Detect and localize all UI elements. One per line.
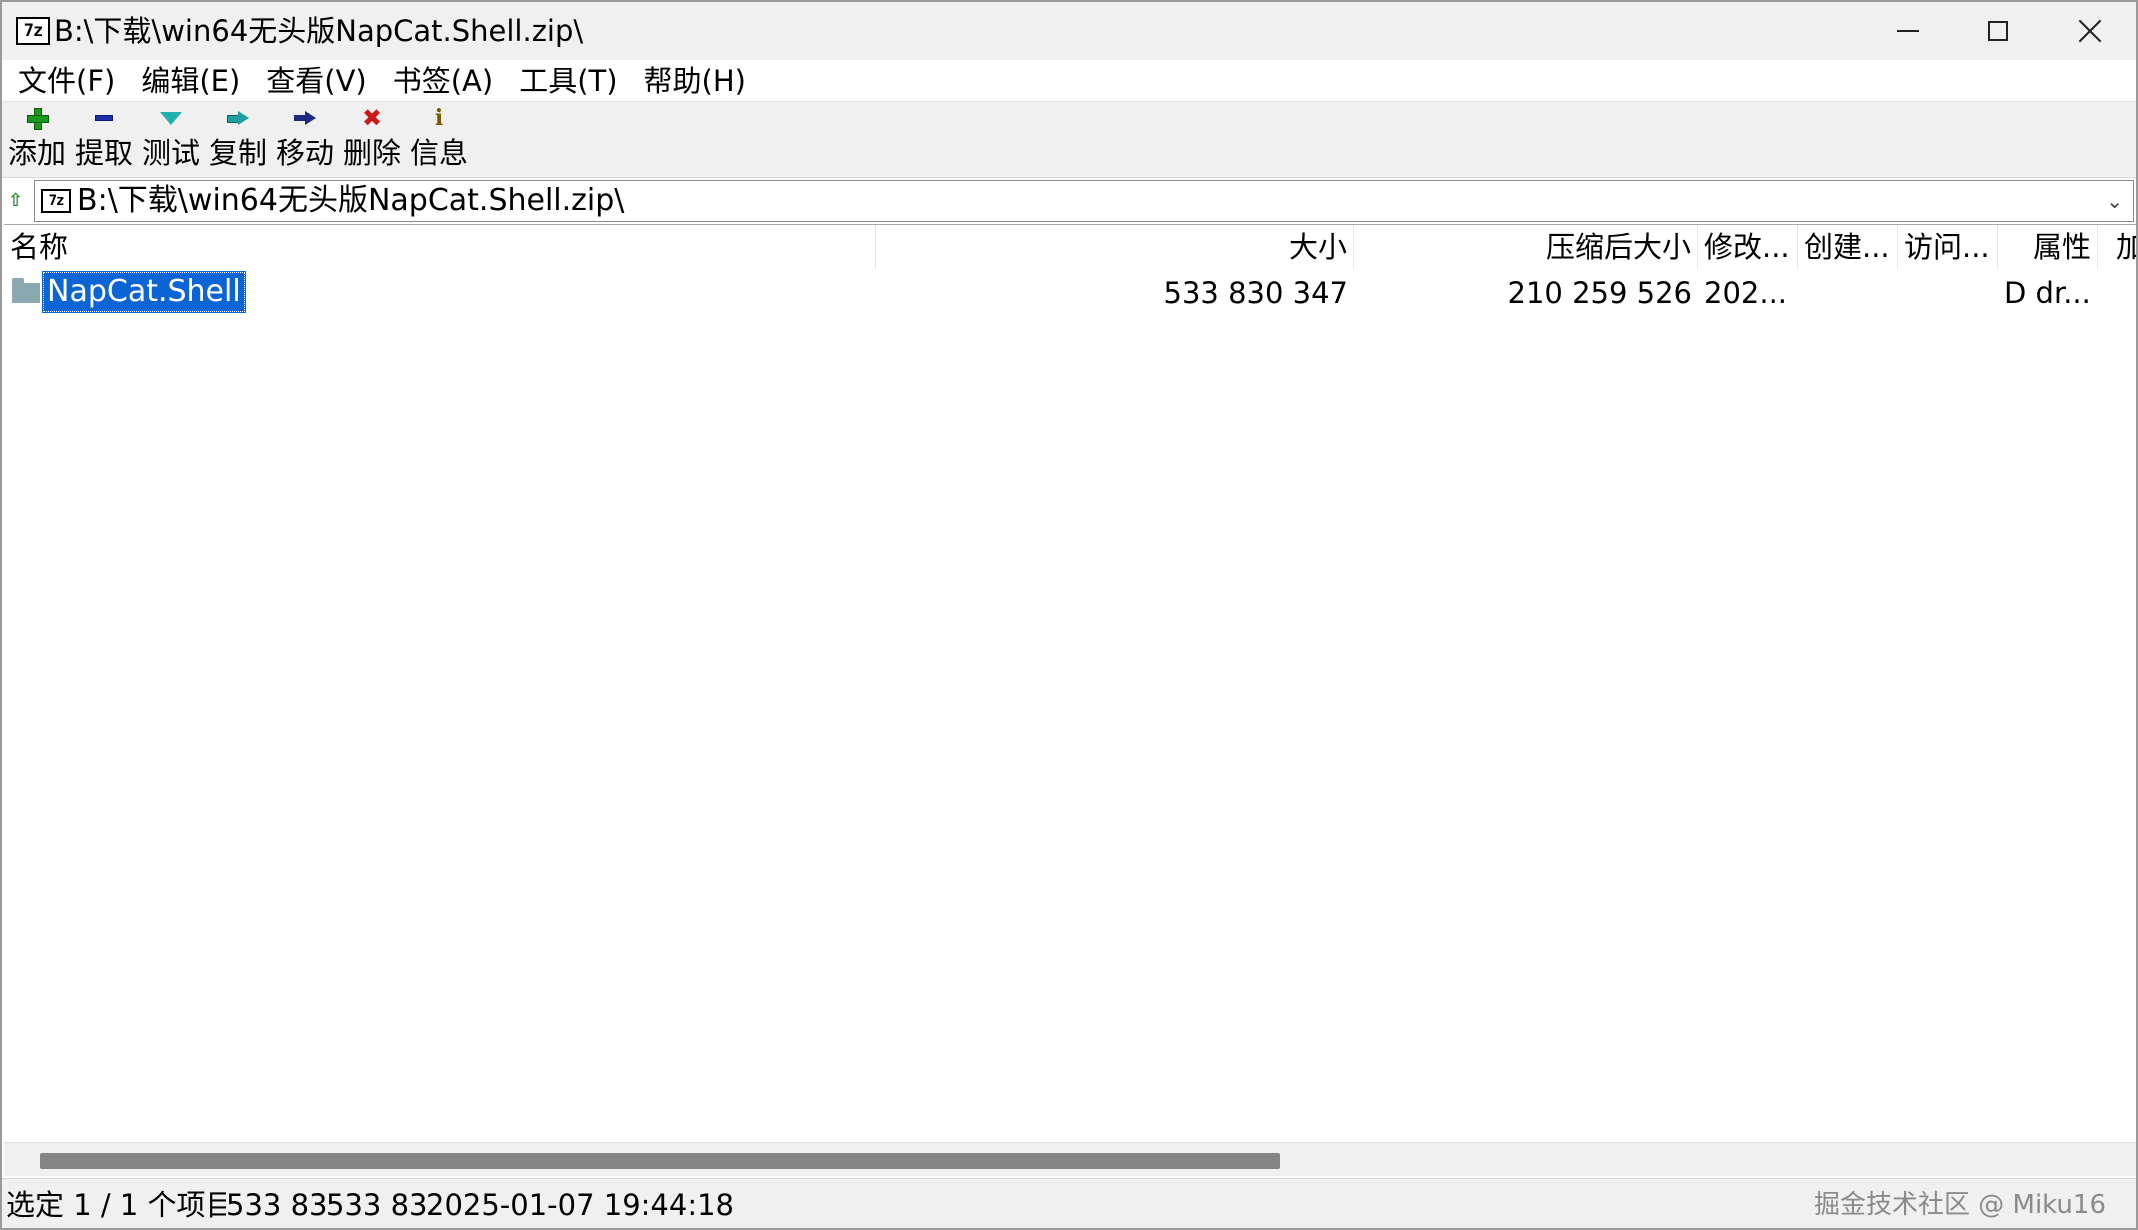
7zip-window: 7z B:\下载\win64无头版NapCat.Shell.zip\ 文件(F)… [0,0,2138,1230]
maximize-icon [1988,21,2008,41]
cell-attributes: D dr... [2004,276,2091,310]
plus-icon [27,108,49,130]
path-text[interactable]: B:\下载\win64无头版NapCat.Shell.zip\ [77,182,624,220]
menu-bookmarks[interactable]: 书签(A) [381,61,507,101]
close-button[interactable] [2044,2,2136,60]
up-folder-icon[interactable]: ⇧ [8,190,28,212]
extract-label: 提取 [74,136,133,170]
test-label: 测试 [141,136,200,170]
menu-file[interactable]: 文件(F) [6,61,129,101]
chevron-down-icon[interactable]: ⌄ [2106,187,2123,215]
menu-bar: 文件(F) 编辑(E) 查看(V) 书签(A) 工具(T) 帮助(H) [2,60,2136,102]
column-name[interactable]: 名称 [4,225,876,269]
copy-arrow-icon [227,111,249,125]
close-icon [2077,18,2103,44]
scrollbar-thumb[interactable] [40,1153,1280,1169]
cell-accessed [1898,271,1998,315]
address-bar: ⇧ 7z B:\下载\win64无头版NapCat.Shell.zip\ ⌄ [2,178,2136,224]
minus-icon [95,115,113,121]
column-more[interactable]: 加 [2116,225,2136,269]
delete-label: 删除 [342,136,401,170]
menu-edit[interactable]: 编辑(E) [129,61,254,101]
delete-button[interactable]: ✖ 删除 [339,102,405,178]
table-row[interactable]: NapCat.Shell 533 830 347 210 259 526 202… [4,271,2136,315]
move-label: 移动 [275,136,334,170]
add-label: 添加 [7,136,66,170]
extract-button[interactable]: 提取 [71,102,137,178]
minimize-button[interactable] [1862,2,1954,60]
menu-view[interactable]: 查看(V) [254,61,380,101]
status-size: 533 830 347 [226,1188,326,1222]
column-size[interactable]: 大小 [876,225,1354,269]
delete-x-icon: ✖ [361,104,383,132]
add-button[interactable]: 添加 [4,102,70,178]
title-bar[interactable]: 7z B:\下载\win64无头版NapCat.Shell.zip\ [2,2,2136,60]
status-bar: 选定 1 / 1 个项目 533 830 347 533 830 347 202… [2,1178,2136,1228]
column-packed-size[interactable]: 压缩后大小 [1354,225,1698,269]
info-icon: i [434,105,444,131]
7zip-app-icon: 7z [16,17,50,45]
info-label: 信息 [409,136,468,170]
file-name-selected[interactable]: NapCat.Shell [42,271,246,313]
minimize-icon [1897,30,1919,32]
folder-icon [12,278,40,303]
test-button[interactable]: 测试 [138,102,204,178]
column-attributes[interactable]: 属性 [1998,225,2098,269]
cell-created [1798,271,1898,315]
toolbar: 添加 提取 测试 复制 移动 ✖ 删除 i 信息 [2,102,2136,178]
cell-packed-size: 210 259 526 [1507,276,1693,310]
horizontal-scrollbar[interactable] [4,1142,2136,1176]
column-header: 名称 大小 压缩后大小 修改... 创建... 访问... 属性 加 [4,225,2136,269]
move-arrow-icon [294,111,316,125]
menu-help[interactable]: 帮助(H) [632,61,760,101]
watermark-text: 掘金技术社区 @ Miku16 [1813,1190,2106,1220]
status-modified: 2025-01-07 19:44:18 [426,1188,734,1222]
copy-button[interactable]: 复制 [205,102,271,178]
column-modified[interactable]: 修改... [1698,225,1798,269]
status-packed-size: 533 830 347 [326,1188,426,1222]
maximize-button[interactable] [1952,2,2044,60]
path-combobox[interactable]: 7z B:\下载\win64无头版NapCat.Shell.zip\ ⌄ [34,180,2134,222]
column-accessed[interactable]: 访问... [1898,225,1998,269]
info-button[interactable]: i 信息 [406,102,472,178]
archive-icon: 7z [41,189,71,213]
check-icon [160,111,182,125]
cell-modified: 202... [1704,276,1788,310]
file-list[interactable]: 名称 大小 压缩后大小 修改... 创建... 访问... 属性 加 NapCa… [4,224,2136,1142]
move-button[interactable]: 移动 [272,102,338,178]
window-title: B:\下载\win64无头版NapCat.Shell.zip\ [54,14,584,48]
menu-tools[interactable]: 工具(T) [507,61,631,101]
cell-size: 533 830 347 [1163,276,1349,310]
column-created[interactable]: 创建... [1798,225,1898,269]
copy-label: 复制 [208,136,267,170]
status-selection: 选定 1 / 1 个项目 [6,1188,226,1222]
